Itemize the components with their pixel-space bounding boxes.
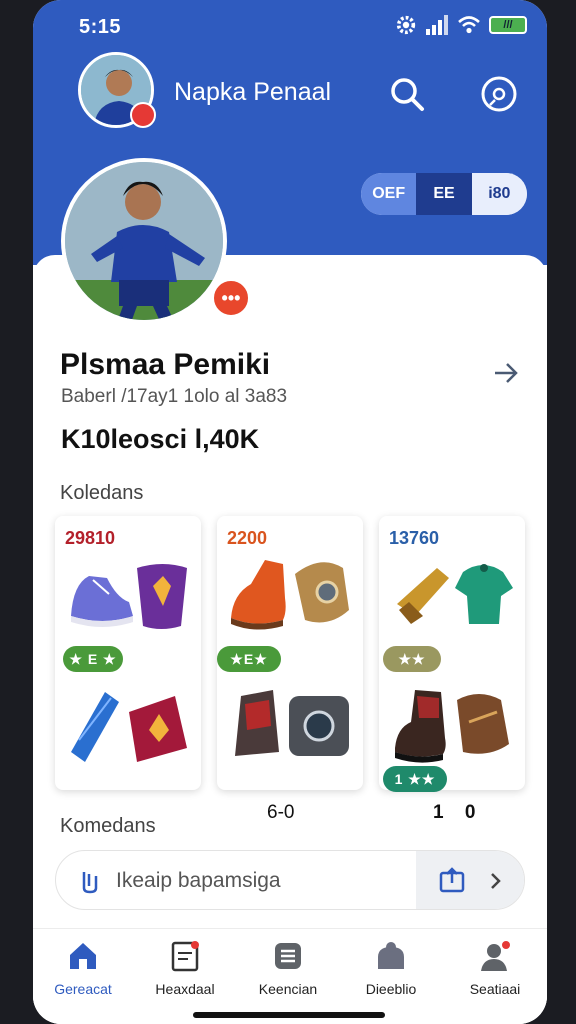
item-rating-badge: ★E★ [217,646,281,672]
nav-label: Keencian [258,981,318,997]
comments-heading: Komedans [60,815,156,837]
player-photo-icon [65,162,223,320]
trophy-jersey-icon [397,564,513,624]
search-icon [391,78,424,111]
battery-icon: /// [489,16,527,34]
profile-arrow-button[interactable] [489,356,523,390]
wifi-icon [458,16,480,34]
nav-label: Heaxdaal [155,981,215,997]
nav-item-chat[interactable]: Dieeblio [341,939,441,997]
compass-icon [481,76,517,112]
followers-count: K10leosci l,40K [61,424,260,454]
search-button[interactable] [385,72,429,116]
list-icon [275,943,301,969]
comment-search-bar [55,850,525,910]
signal-icon [426,15,448,35]
nav-item-home[interactable]: Gereacat [33,939,133,997]
item-price: 29810 [65,528,116,548]
profile-icon [481,941,510,971]
profile-subtitle: Baberl /17ay1 1olo al 3a83 [61,386,288,407]
item-price: 2200 [227,528,268,548]
nav-label: Gereacat [54,981,112,997]
attachment-icon[interactable] [78,868,102,894]
profile-name: Plsmaa Pemiki [60,348,271,381]
nav-label: Dieeblio [365,981,417,997]
chat-icon [378,942,404,969]
chevron-right-icon[interactable] [488,870,504,892]
notes-icon [171,941,199,972]
segment-control: OEF EE i80 [361,173,527,215]
item-price: 13760 [389,528,440,548]
home-icon [70,943,96,969]
app-title: Napka Penaal [174,78,332,106]
collection-item-card[interactable]: 2200 ★E★ [217,516,363,790]
collection-count: 1 0 [433,802,484,823]
segment-i80[interactable]: i80 [471,173,527,215]
collections-heading: Koledans [60,482,144,504]
collection-item-card[interactable]: 29810 ★ E ★ [55,516,201,790]
profile-avatar[interactable] [61,158,227,324]
status-bar: 5:15 /// [33,12,547,42]
sneaker-icon [71,564,187,629]
explore-button[interactable] [477,72,521,116]
search-actions [416,851,524,909]
comment-input[interactable] [114,865,418,897]
gear-pads-icon [235,690,349,756]
nav-item-profile[interactable]: Seatiaai [445,939,545,997]
nav-item-list[interactable]: Keencian [238,939,338,997]
item-rating-badge: ★★ [383,646,441,672]
home-indicator [193,1012,385,1018]
phone-screen: 5:15 /// Napka Penaal OEF EE i80 ••• Pls… [33,0,547,1024]
nav-item-notes[interactable]: Heaxdaal [135,939,235,997]
status-time: 5:15 [79,16,122,38]
segment-ee[interactable]: EE [416,173,472,215]
item-rating-badge: ★ E ★ [63,646,123,672]
collection-item-card[interactable]: 13760 ★★ 1 ★★ [379,516,525,792]
settings-gear-icon [396,15,416,35]
item-extra-badge: 1 ★★ [383,766,447,792]
small-avatar-badge [130,102,156,128]
status-icons: /// [395,14,527,36]
boot-icon [231,560,349,630]
share-box-icon[interactable] [438,867,466,893]
bottom-nav: Gereacat Heaxdaal Keencian Dieeblio Seat… [33,928,547,1024]
profile-badge[interactable]: ••• [211,278,251,318]
boots-pair-icon [395,690,509,763]
arrow-right-icon [495,363,518,383]
glove-wrap-icon [71,692,187,762]
collection-count: 6-0 [267,802,295,823]
segment-oef[interactable]: OEF [361,173,417,215]
nav-label: Seatiaai [469,981,521,997]
